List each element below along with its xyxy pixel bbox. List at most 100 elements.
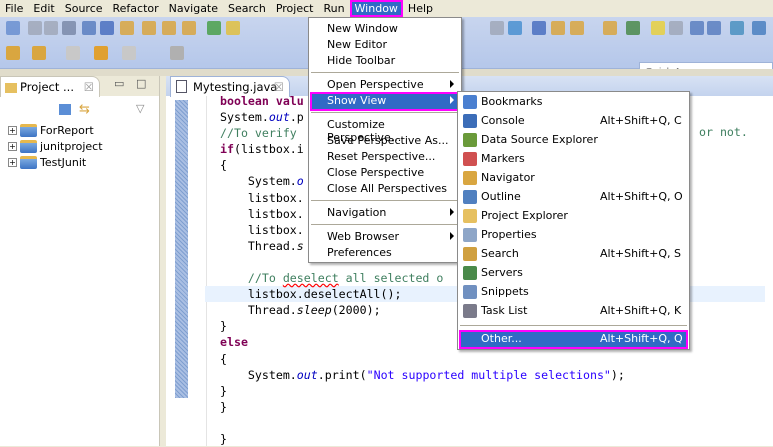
tree-item-project[interactable]: + TestJunit (8, 154, 86, 170)
expand-icon[interactable]: + (8, 141, 17, 151)
close-icon[interactable]: ☒ (274, 80, 284, 94)
markers-icon (463, 152, 477, 166)
toolbar-button-icon[interactable] (626, 21, 640, 35)
toolbar-button-icon[interactable] (730, 21, 744, 35)
collapse-all-icon[interactable] (59, 104, 71, 115)
toolbar-button-icon[interactable] (752, 21, 766, 35)
toolbar-button-icon[interactable] (490, 21, 504, 35)
minimize-icon[interactable]: ▭ (114, 77, 124, 90)
toolbar-button-icon[interactable] (32, 46, 46, 60)
menu-navigate[interactable]: Navigate (164, 0, 223, 17)
toolbar-button-icon[interactable] (6, 21, 20, 35)
menu-refactor[interactable]: Refactor (108, 0, 164, 17)
toolbar-button-icon[interactable] (603, 21, 617, 35)
toolbar-button-icon[interactable] (551, 21, 565, 35)
menu-item-label: Other... (481, 332, 522, 345)
menu-item-label: New Editor (327, 38, 388, 51)
menu-help[interactable]: Help (403, 0, 438, 17)
toolbar-button-icon[interactable] (28, 21, 42, 35)
toolbar-button-icon[interactable] (508, 21, 522, 35)
menu-source[interactable]: Source (60, 0, 108, 17)
menu-window[interactable]: Window (349, 0, 403, 17)
menu-item-hide-toolbar[interactable]: Hide Toolbar (311, 53, 459, 70)
project-label: junitproject (40, 139, 103, 153)
toolbar-button-icon[interactable] (182, 21, 196, 35)
menu-item-label: Reset Perspective... (327, 150, 436, 163)
menu-item-label: Outline (481, 190, 521, 203)
toolbar-button-icon[interactable] (207, 21, 221, 35)
menu-edit[interactable]: Edit (28, 0, 59, 17)
close-icon[interactable]: ☒ (84, 80, 94, 94)
menu-item-task-list[interactable]: Task List Alt+Shift+Q, K (460, 303, 687, 320)
menu-item-snippets[interactable]: Snippets (460, 284, 687, 301)
menu-item-reset-perspective[interactable]: Reset Perspective... (311, 149, 459, 166)
toolbar-button-icon[interactable] (170, 46, 184, 60)
menu-item-navigator[interactable]: Navigator (460, 170, 687, 187)
tree-item-project[interactable]: + junitproject (8, 138, 103, 154)
view-menu-icon[interactable]: ▽ (136, 102, 144, 115)
code-token: (listbox.i (233, 142, 304, 157)
expand-icon[interactable]: + (8, 125, 17, 135)
menu-run[interactable]: Run (318, 0, 349, 17)
menu-item-label: Markers (481, 152, 525, 165)
menu-item-open-perspective[interactable]: Open Perspective (311, 77, 459, 94)
link-with-editor-icon[interactable]: ⇆ (79, 102, 90, 117)
menu-item-outline[interactable]: Outline Alt+Shift+Q, O (460, 189, 687, 206)
menu-item-navigation[interactable]: Navigation (311, 205, 459, 222)
code-token: Thread. (220, 238, 297, 253)
menu-project[interactable]: Project (271, 0, 319, 17)
menu-item-project-explorer[interactable]: Project Explorer (460, 208, 687, 225)
menu-item-other[interactable]: Other... Alt+Shift+Q, Q (459, 330, 688, 349)
menu-item-bookmarks[interactable]: Bookmarks (460, 94, 687, 111)
menu-item-console[interactable]: Console Alt+Shift+Q, C (460, 113, 687, 130)
menu-item-close-all-perspectives[interactable]: Close All Perspectives (311, 181, 459, 198)
toolbar-button-icon[interactable] (120, 21, 134, 35)
toolbar-button-icon[interactable] (142, 21, 156, 35)
code-token: if (220, 142, 234, 157)
toolbar-button-icon[interactable] (226, 21, 240, 35)
menu-item-save-perspective-as[interactable]: Save Perspective As... (311, 133, 459, 150)
menu-search[interactable]: Search (223, 0, 271, 17)
toolbar-button-icon[interactable] (6, 46, 20, 60)
task-list-icon (463, 304, 477, 318)
menu-item-servers[interactable]: Servers (460, 265, 687, 282)
code-token: listbox. (220, 190, 304, 205)
toolbar-button-icon[interactable] (532, 21, 546, 35)
menu-item-new-editor[interactable]: New Editor (311, 37, 459, 54)
toolbar-button-icon[interactable] (122, 46, 136, 60)
tree-item-project[interactable]: + ForReport (8, 122, 94, 138)
menu-item-customize-perspective[interactable]: Customize Perspective... (311, 117, 459, 144)
menu-item-data-source-explorer[interactable]: Data Source Explorer (460, 132, 687, 149)
menu-item-show-view[interactable]: Show View (310, 92, 460, 111)
menu-file[interactable]: File (0, 0, 28, 17)
toolbar-button-icon[interactable] (62, 21, 76, 35)
toolbar-button-icon[interactable] (82, 21, 96, 35)
project-label: TestJunit (40, 155, 87, 169)
toolbar-button-icon[interactable] (669, 21, 683, 35)
toolbar-button-icon[interactable] (100, 21, 114, 35)
code-token: listbox. (220, 206, 304, 221)
menu-item-new-window[interactable]: New Window (311, 21, 459, 38)
project-explorer-tab[interactable]: Project ... ☒ (0, 76, 100, 97)
toolbar-button-icon[interactable] (690, 21, 704, 35)
menu-item-search[interactable]: Search Alt+Shift+Q, S (460, 246, 687, 263)
code-token: } (220, 399, 227, 414)
menu-item-web-browser[interactable]: Web Browser (311, 229, 459, 246)
menu-separator (460, 325, 687, 327)
toolbar-button-icon[interactable] (162, 21, 176, 35)
toolbar-button-icon[interactable] (94, 46, 108, 60)
expand-icon[interactable]: + (8, 157, 17, 167)
menu-item-close-perspective[interactable]: Close Perspective (311, 165, 459, 182)
overview-ruler (175, 100, 188, 398)
menu-item-preferences[interactable]: Preferences (311, 245, 459, 262)
menu-item-markers[interactable]: Markers (460, 151, 687, 168)
toolbar-button-icon[interactable] (651, 21, 665, 35)
toolbar-button-icon[interactable] (44, 21, 58, 35)
toolbar-button-icon[interactable] (570, 21, 584, 35)
console-icon (463, 114, 477, 128)
maximize-icon[interactable]: □ (136, 77, 146, 90)
toolbar-button-icon[interactable] (707, 21, 721, 35)
menu-item-properties[interactable]: Properties (460, 227, 687, 244)
toolbar-button-icon[interactable] (66, 46, 80, 60)
properties-icon (463, 228, 477, 242)
